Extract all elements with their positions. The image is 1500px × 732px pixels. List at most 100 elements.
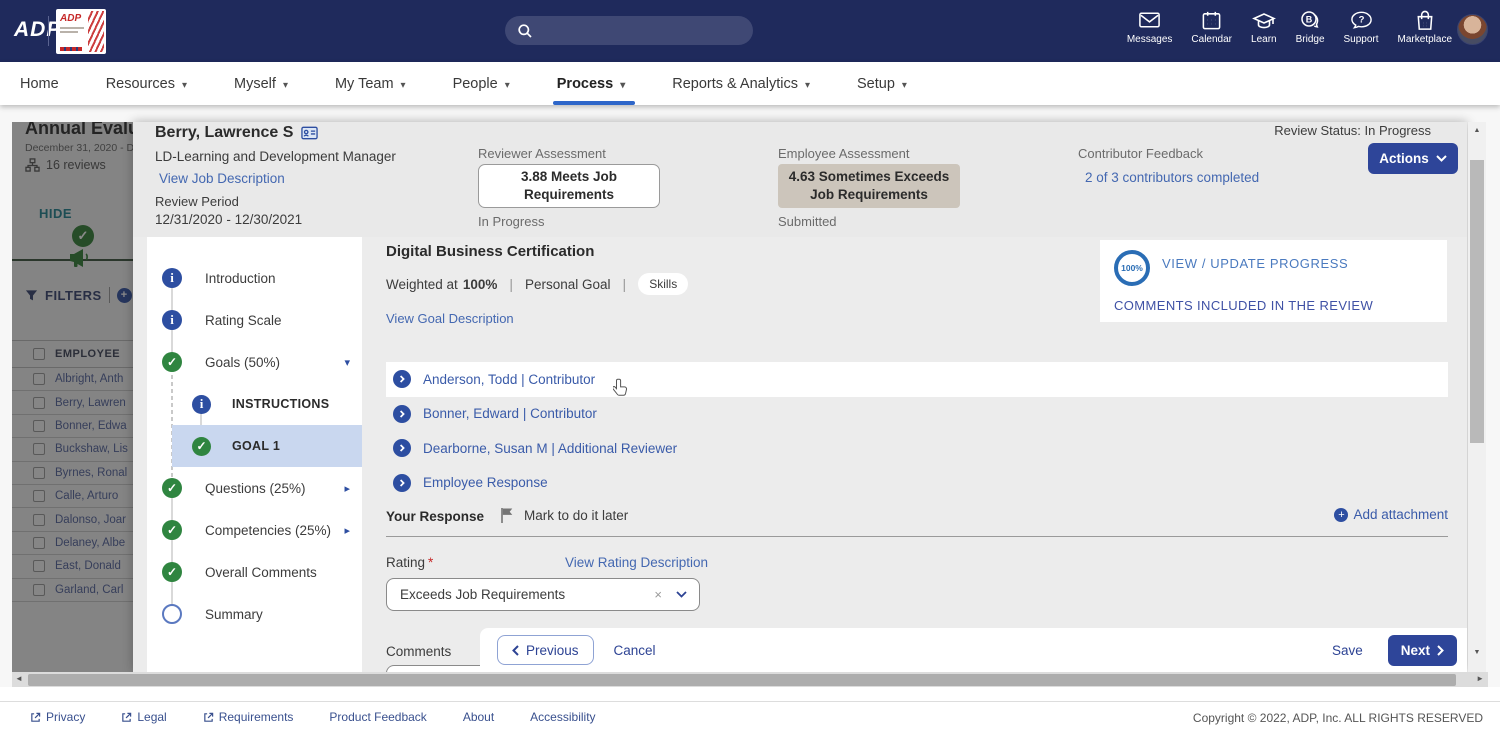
chevron-right-icon[interactable]: ▸ [344, 524, 350, 537]
messages-button[interactable]: Messages [1127, 9, 1172, 45]
bridge-button[interactable]: B Bridge [1296, 9, 1325, 45]
nav-item-my-team[interactable]: My Team [335, 62, 406, 105]
info-icon: i [192, 394, 211, 414]
step-summary[interactable]: Summary [147, 593, 362, 635]
check-circle-icon: ✓ [162, 562, 182, 582]
nav-item-process[interactable]: Process [552, 62, 636, 105]
info-icon: i [162, 310, 182, 330]
footer-link-legal[interactable]: Legal [121, 710, 167, 724]
clear-icon[interactable]: × [654, 587, 662, 602]
global-search[interactable] [505, 16, 753, 45]
footer-link-privacy[interactable]: Privacy [30, 710, 85, 724]
nav-item-people[interactable]: People [453, 62, 510, 105]
goal-weight: 100% [462, 276, 498, 292]
form-action-bar: Previous Cancel Save Next [480, 628, 1467, 672]
learn-icon [1251, 12, 1276, 28]
footer-link-requirements[interactable]: Requirements [203, 710, 293, 724]
support-button[interactable]: ? Support [1344, 9, 1379, 45]
rating-label: Rating * [386, 555, 434, 570]
save-button[interactable]: Save [1332, 643, 1363, 658]
step-overall-comments[interactable]: ✓ Overall Comments [147, 551, 362, 593]
empty-circle-icon [162, 604, 182, 624]
footer-link-about[interactable]: About [463, 710, 494, 724]
step-instructions[interactable]: i INSTRUCTIONS [147, 383, 362, 425]
search-input[interactable] [541, 23, 731, 38]
svg-text:B: B [1306, 14, 1313, 24]
contributor-row-employee-response[interactable]: Employee Response [386, 466, 1448, 501]
horizontal-scrollbar[interactable]: ◄ ► [12, 672, 1488, 687]
rating-dropdown[interactable]: Exceeds Job Requirements × [386, 578, 700, 611]
horizontal-scroll-thumb[interactable] [28, 673, 1456, 686]
chevron-down-icon[interactable] [676, 591, 687, 598]
user-avatar[interactable] [1457, 14, 1488, 45]
chevron-right-icon [393, 439, 411, 458]
employee-assessment-label: Employee Assessment [778, 146, 910, 161]
employee-assessment-status: Submitted [778, 214, 837, 229]
step-questions-25[interactable]: ✓ Questions (25%) ▸ [147, 467, 362, 509]
reviewer-assessment-label: Reviewer Assessment [478, 146, 606, 161]
nav-item-reports-analytics[interactable]: Reports & Analytics [672, 62, 810, 105]
step-introduction[interactable]: i Introduction [147, 257, 362, 299]
employee-job-title: LD-Learning and Development Manager [155, 149, 396, 164]
active-underline [552, 101, 636, 105]
scroll-right-arrow[interactable]: ► [1476, 674, 1484, 683]
external-link-icon [31, 712, 41, 722]
scroll-down-arrow[interactable]: ▼ [1468, 649, 1486, 656]
marketplace-button[interactable]: Marketplace [1398, 9, 1452, 45]
nav-item-resources[interactable]: Resources [106, 62, 187, 105]
employee-name: Berry, Lawrence S [155, 124, 319, 142]
nav-item-home[interactable]: Home [20, 62, 59, 105]
required-asterisk: * [428, 555, 434, 570]
scroll-left-arrow[interactable]: ◄ [15, 674, 23, 683]
calendar-icon [1202, 11, 1221, 29]
footer-link-accessibility[interactable]: Accessibility [530, 710, 595, 724]
goal-type: Personal Goal [524, 276, 611, 292]
chevron-down-icon[interactable]: ▾ [344, 356, 350, 369]
footer-link-product-feedback[interactable]: Product Feedback [329, 710, 426, 724]
check-circle-icon: ✓ [192, 436, 211, 456]
chevron-down-icon [613, 76, 625, 92]
contributor-row-anderson-todd[interactable]: Anderson, Todd | Contributor [386, 362, 1448, 397]
view-goal-description-link[interactable]: View Goal Description [386, 311, 514, 326]
scroll-up-arrow[interactable]: ▲ [1468, 127, 1486, 134]
vertical-scrollbar[interactable]: ▲ ▼ [1468, 122, 1486, 672]
contributor-row-dearborne-susan-m[interactable]: Dearborne, Susan M | Additional Reviewer [386, 431, 1448, 466]
nav-item-myself[interactable]: Myself [234, 62, 288, 105]
contributor-feedback-label: Contributor Feedback [1078, 146, 1204, 161]
view-update-progress-link[interactable]: VIEW / UPDATE PROGRESS [1162, 256, 1348, 271]
actions-button[interactable]: Actions [1368, 143, 1458, 174]
view-job-description-link[interactable]: View Job Description [159, 171, 285, 186]
external-link-icon [203, 712, 213, 722]
view-rating-description-link[interactable]: View Rating Description [565, 555, 708, 570]
contributor-row-bonner-edward[interactable]: Bonner, Edward | Contributor [386, 397, 1448, 432]
messages-icon [1139, 12, 1160, 28]
calendar-button[interactable]: Calendar [1191, 9, 1232, 45]
next-button[interactable]: Next [1387, 634, 1457, 666]
cancel-button[interactable]: Cancel [614, 643, 656, 658]
comments-included-link[interactable]: COMMENTS INCLUDED IN THE REVIEW [1114, 298, 1373, 313]
step-competencies-25[interactable]: ✓ Competencies (25%) ▸ [147, 509, 362, 551]
chevron-down-icon [895, 76, 907, 92]
add-attachment-button[interactable]: + Add attachment [1334, 507, 1448, 522]
chevron-left-icon [512, 644, 519, 656]
step-rating-scale[interactable]: i Rating Scale [147, 299, 362, 341]
learn-button[interactable]: Learn [1251, 9, 1277, 45]
vertical-scroll-thumb[interactable] [1470, 160, 1484, 443]
goal-meta: Weighted at 100% | Personal Goal | Skill… [386, 273, 689, 295]
mark-later-control[interactable]: Mark to do it later [500, 507, 628, 523]
step-goal-1[interactable]: ✓ GOAL 1 [172, 425, 362, 467]
external-link-icon [122, 712, 132, 722]
flag-icon [501, 508, 513, 523]
id-card-icon[interactable] [301, 126, 319, 140]
review-status: Review Status: In Progress [1274, 123, 1431, 138]
contributor-feedback-link[interactable]: 2 of 3 contributors completed [1085, 170, 1259, 185]
chevron-down-icon [798, 76, 810, 92]
bridge-icon: B [1301, 10, 1319, 28]
nav-item-setup[interactable]: Setup [857, 62, 907, 105]
previous-button[interactable]: Previous [497, 635, 594, 665]
employee-assessment-value: 4.63 Sometimes Exceeds Job Requirements [778, 164, 960, 208]
step-goals-50[interactable]: ✓ Goals (50%) ▾ [147, 341, 362, 383]
check-circle-icon: ✓ [162, 520, 182, 540]
chevron-right-icon [1437, 644, 1444, 656]
chevron-right-icon[interactable]: ▸ [344, 482, 350, 495]
